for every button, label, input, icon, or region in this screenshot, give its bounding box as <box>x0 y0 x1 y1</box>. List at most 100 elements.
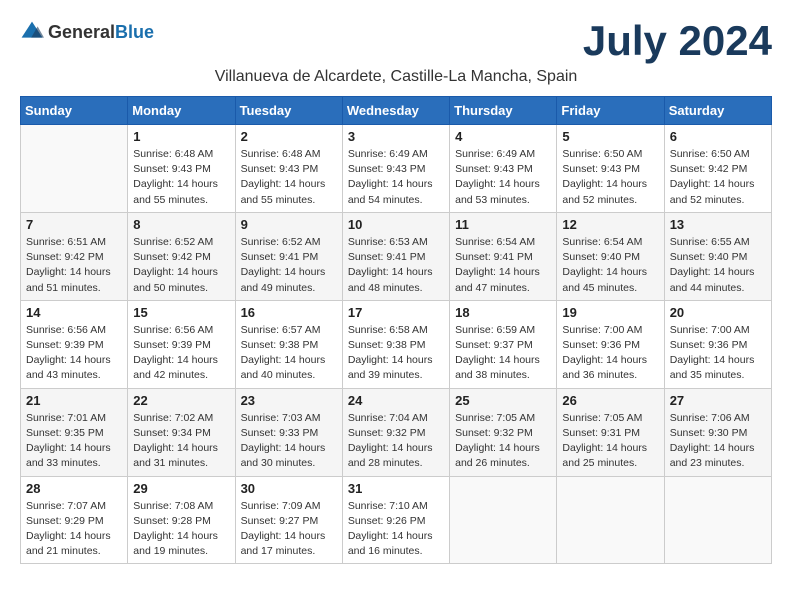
day-number: 13 <box>670 217 766 232</box>
calendar-cell: 20 Sunrise: 7:00 AM Sunset: 9:36 PM Dayli… <box>664 300 771 388</box>
day-info: Sunrise: 7:03 AM Sunset: 9:33 PM Dayligh… <box>241 411 337 472</box>
day-number: 1 <box>133 129 229 144</box>
day-number: 5 <box>562 129 658 144</box>
day-number: 16 <box>241 305 337 320</box>
calendar-cell: 13 Sunrise: 6:55 AM Sunset: 9:40 PM Dayli… <box>664 212 771 300</box>
day-number: 17 <box>348 305 444 320</box>
day-number: 29 <box>133 481 229 496</box>
calendar-week-row: 21 Sunrise: 7:01 AM Sunset: 9:35 PM Dayli… <box>21 388 772 476</box>
calendar-cell: 6 Sunrise: 6:50 AM Sunset: 9:42 PM Daylig… <box>664 125 771 213</box>
logo-icon <box>20 20 44 44</box>
day-info: Sunrise: 6:57 AM Sunset: 9:38 PM Dayligh… <box>241 323 337 384</box>
weekday-header-tuesday: Tuesday <box>235 97 342 125</box>
day-number: 6 <box>670 129 766 144</box>
calendar-cell: 8 Sunrise: 6:52 AM Sunset: 9:42 PM Daylig… <box>128 212 235 300</box>
weekday-header-sunday: Sunday <box>21 97 128 125</box>
logo-blue-text: Blue <box>115 22 154 42</box>
day-number: 14 <box>26 305 122 320</box>
day-number: 3 <box>348 129 444 144</box>
day-info: Sunrise: 6:53 AM Sunset: 9:41 PM Dayligh… <box>348 235 444 296</box>
day-info: Sunrise: 7:05 AM Sunset: 9:31 PM Dayligh… <box>562 411 658 472</box>
day-number: 2 <box>241 129 337 144</box>
day-info: Sunrise: 6:50 AM Sunset: 9:42 PM Dayligh… <box>670 147 766 208</box>
day-info: Sunrise: 6:52 AM Sunset: 9:42 PM Dayligh… <box>133 235 229 296</box>
calendar-cell: 10Sunrise: 6:53 AM Sunset: 9:41 PM Dayli… <box>342 212 449 300</box>
header: GeneralBlue July 2024 <box>20 20 772 62</box>
day-info: Sunrise: 6:50 AM Sunset: 9:43 PM Dayligh… <box>562 147 658 208</box>
day-number: 28 <box>26 481 122 496</box>
calendar-cell: 21 Sunrise: 7:01 AM Sunset: 9:35 PM Dayli… <box>21 388 128 476</box>
day-info: Sunrise: 6:48 AM Sunset: 9:43 PM Dayligh… <box>241 147 337 208</box>
day-number: 25 <box>455 393 551 408</box>
calendar-cell: 15Sunrise: 6:56 AM Sunset: 9:39 PM Dayli… <box>128 300 235 388</box>
day-info: Sunrise: 7:07 AM Sunset: 9:29 PM Dayligh… <box>26 499 122 560</box>
weekday-header-monday: Monday <box>128 97 235 125</box>
calendar-week-row: 14 Sunrise: 6:56 AM Sunset: 9:39 PM Dayli… <box>21 300 772 388</box>
day-info: Sunrise: 7:01 AM Sunset: 9:35 PM Dayligh… <box>26 411 122 472</box>
calendar-cell: 18Sunrise: 6:59 AM Sunset: 9:37 PM Dayli… <box>450 300 557 388</box>
day-number: 19 <box>562 305 658 320</box>
day-number: 21 <box>26 393 122 408</box>
day-info: Sunrise: 7:04 AM Sunset: 9:32 PM Dayligh… <box>348 411 444 472</box>
calendar-cell: 23 Sunrise: 7:03 AM Sunset: 9:33 PM Dayli… <box>235 388 342 476</box>
day-info: Sunrise: 6:49 AM Sunset: 9:43 PM Dayligh… <box>455 147 551 208</box>
month-title: July 2024 <box>583 20 772 62</box>
day-number: 9 <box>241 217 337 232</box>
calendar-cell: 7 Sunrise: 6:51 AM Sunset: 9:42 PM Daylig… <box>21 212 128 300</box>
calendar-cell: 26 Sunrise: 7:05 AM Sunset: 9:31 PM Dayli… <box>557 388 664 476</box>
day-number: 12 <box>562 217 658 232</box>
day-number: 20 <box>670 305 766 320</box>
day-info: Sunrise: 6:55 AM Sunset: 9:40 PM Dayligh… <box>670 235 766 296</box>
day-info: Sunrise: 6:51 AM Sunset: 9:42 PM Dayligh… <box>26 235 122 296</box>
day-number: 22 <box>133 393 229 408</box>
day-number: 23 <box>241 393 337 408</box>
day-info: Sunrise: 6:49 AM Sunset: 9:43 PM Dayligh… <box>348 147 444 208</box>
calendar-cell: 1Sunrise: 6:48 AM Sunset: 9:43 PM Daylig… <box>128 125 235 213</box>
calendar-table: SundayMondayTuesdayWednesdayThursdayFrid… <box>20 96 772 564</box>
calendar-week-row: 7 Sunrise: 6:51 AM Sunset: 9:42 PM Daylig… <box>21 212 772 300</box>
day-number: 30 <box>241 481 337 496</box>
day-number: 7 <box>26 217 122 232</box>
calendar-cell: 3 Sunrise: 6:49 AM Sunset: 9:43 PM Daylig… <box>342 125 449 213</box>
calendar-cell: 11 Sunrise: 6:54 AM Sunset: 9:41 PM Dayli… <box>450 212 557 300</box>
calendar-cell: 12 Sunrise: 6:54 AM Sunset: 9:40 PM Dayli… <box>557 212 664 300</box>
day-number: 31 <box>348 481 444 496</box>
day-info: Sunrise: 7:00 AM Sunset: 9:36 PM Dayligh… <box>670 323 766 384</box>
weekday-header-saturday: Saturday <box>664 97 771 125</box>
calendar-cell: 14 Sunrise: 6:56 AM Sunset: 9:39 PM Dayli… <box>21 300 128 388</box>
calendar-cell: 17 Sunrise: 6:58 AM Sunset: 9:38 PM Dayli… <box>342 300 449 388</box>
calendar-cell: 24 Sunrise: 7:04 AM Sunset: 9:32 PM Dayli… <box>342 388 449 476</box>
day-info: Sunrise: 6:54 AM Sunset: 9:41 PM Dayligh… <box>455 235 551 296</box>
calendar-cell <box>450 476 557 564</box>
weekday-header-thursday: Thursday <box>450 97 557 125</box>
logo: GeneralBlue <box>20 20 154 44</box>
calendar-cell: 5 Sunrise: 6:50 AM Sunset: 9:43 PM Daylig… <box>557 125 664 213</box>
day-info: Sunrise: 6:56 AM Sunset: 9:39 PM Dayligh… <box>26 323 122 384</box>
day-info: Sunrise: 7:09 AM Sunset: 9:27 PM Dayligh… <box>241 499 337 560</box>
calendar-cell: 28 Sunrise: 7:07 AM Sunset: 9:29 PM Dayli… <box>21 476 128 564</box>
calendar-week-row: 1 Sunrise: 6:48 AM Sunset: 9:43 PM Daylig… <box>21 125 772 213</box>
calendar-week-row: 28 Sunrise: 7:07 AM Sunset: 9:29 PM Dayli… <box>21 476 772 564</box>
day-number: 15 <box>133 305 229 320</box>
day-info: Sunrise: 7:08 AM Sunset: 9:28 PM Dayligh… <box>133 499 229 560</box>
day-number: 24 <box>348 393 444 408</box>
day-info: Sunrise: 6:52 AM Sunset: 9:41 PM Dayligh… <box>241 235 337 296</box>
day-info: Sunrise: 6:54 AM Sunset: 9:40 PM Dayligh… <box>562 235 658 296</box>
calendar-cell: 19Sunrise: 7:00 AM Sunset: 9:36 PM Dayli… <box>557 300 664 388</box>
calendar-cell <box>664 476 771 564</box>
calendar-cell: 16 Sunrise: 6:57 AM Sunset: 9:38 PM Dayli… <box>235 300 342 388</box>
day-number: 26 <box>562 393 658 408</box>
day-number: 8 <box>133 217 229 232</box>
day-number: 27 <box>670 393 766 408</box>
weekday-header-row: SundayMondayTuesdayWednesdayThursdayFrid… <box>21 97 772 125</box>
calendar-cell: 4Sunrise: 6:49 AM Sunset: 9:43 PM Daylig… <box>450 125 557 213</box>
day-info: Sunrise: 6:59 AM Sunset: 9:37 PM Dayligh… <box>455 323 551 384</box>
day-info: Sunrise: 6:58 AM Sunset: 9:38 PM Dayligh… <box>348 323 444 384</box>
day-info: Sunrise: 7:05 AM Sunset: 9:32 PM Dayligh… <box>455 411 551 472</box>
calendar-cell: 2 Sunrise: 6:48 AM Sunset: 9:43 PM Daylig… <box>235 125 342 213</box>
calendar-cell: 22Sunrise: 7:02 AM Sunset: 9:34 PM Dayli… <box>128 388 235 476</box>
calendar-cell: 9 Sunrise: 6:52 AM Sunset: 9:41 PM Daylig… <box>235 212 342 300</box>
calendar-cell: 30 Sunrise: 7:09 AM Sunset: 9:27 PM Dayli… <box>235 476 342 564</box>
calendar-cell: 31Sunrise: 7:10 AM Sunset: 9:26 PM Dayli… <box>342 476 449 564</box>
day-number: 11 <box>455 217 551 232</box>
